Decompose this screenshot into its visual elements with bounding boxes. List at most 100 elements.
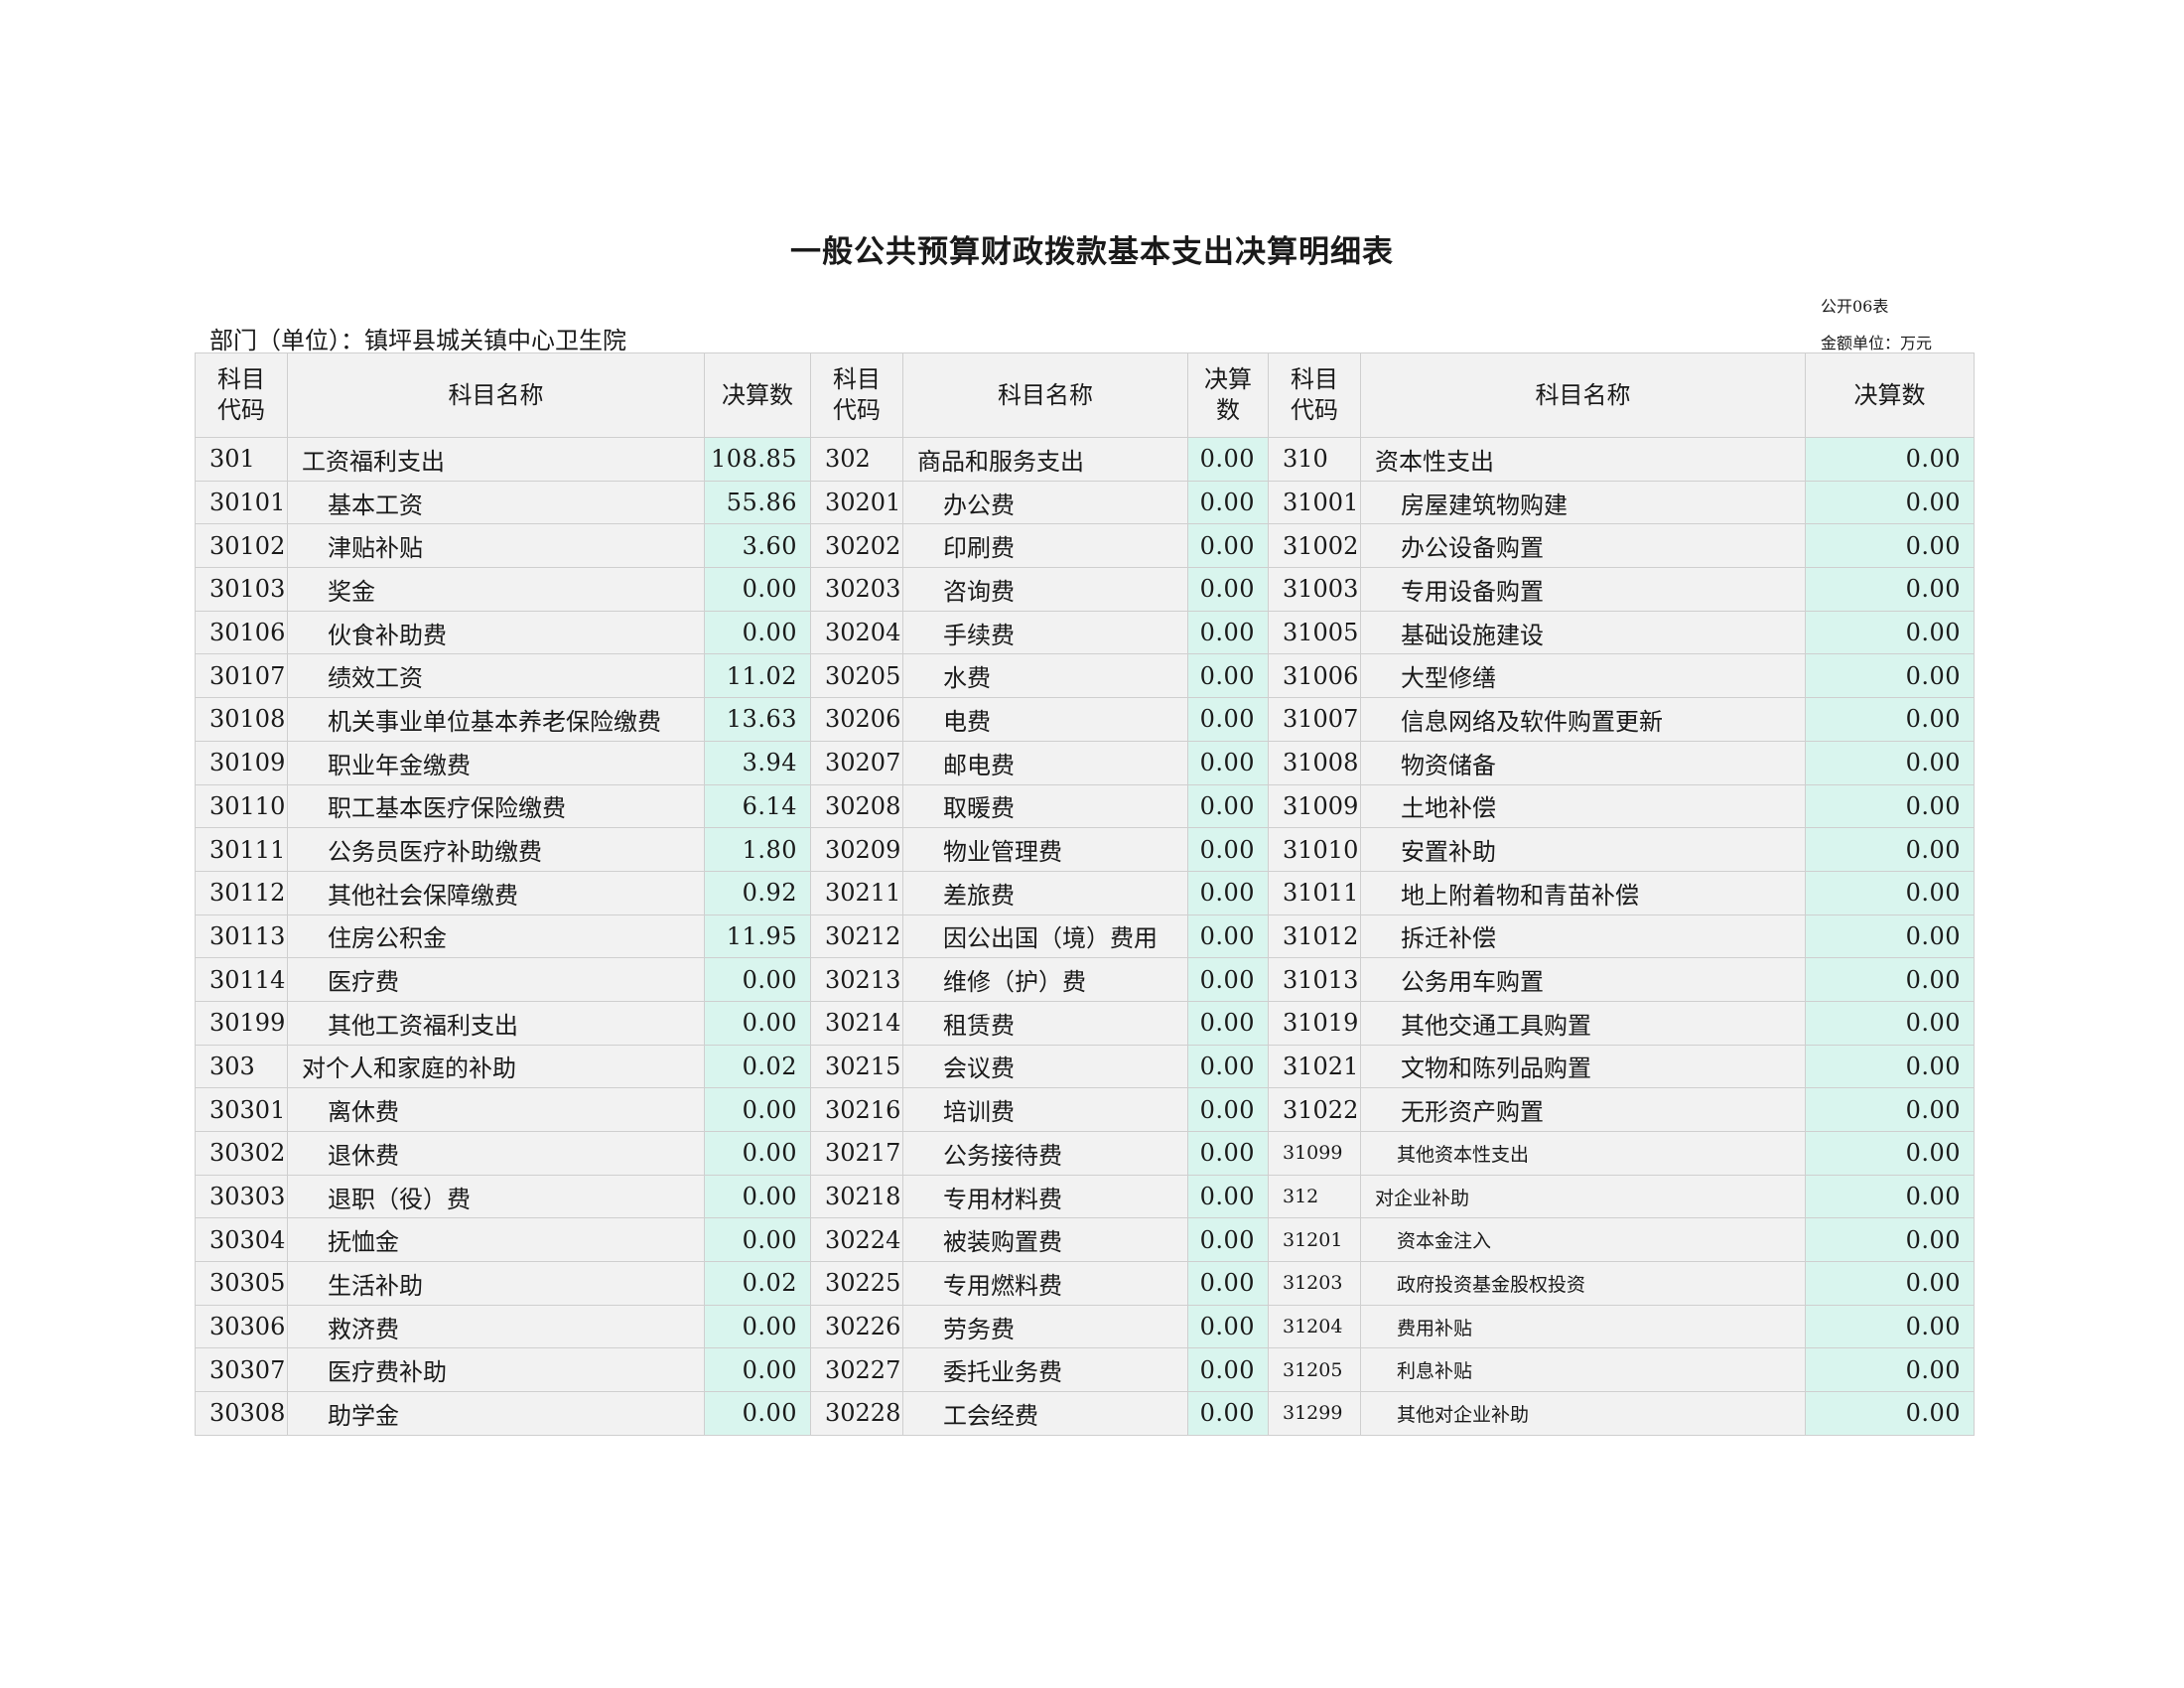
name-cell: 咨询费	[902, 567, 1188, 612]
name-cell: 其他社会保障缴费	[287, 870, 705, 915]
amount-cell: 0.00	[1805, 1347, 1975, 1393]
amount-cell: 0.00	[1805, 437, 1975, 482]
amount-cell: 0.02	[704, 1044, 811, 1089]
code-cell: 30227	[810, 1347, 903, 1393]
name-cell: 土地补偿	[1360, 783, 1806, 829]
table-row: 30308 助学金 0.00 30228 工会经费 0.00 31299 其他对企业补助 0.0…	[195, 1391, 1975, 1436]
name-cell: 维修（护）费	[902, 957, 1188, 1002]
table-row: 30111 公务员医疗补助缴费 1.80 30209 物业管理费 0.00 31010 安置补…	[195, 827, 1975, 872]
amount-cell: 0.00	[1187, 914, 1269, 959]
name-cell: 其他交通工具购置	[1360, 1000, 1806, 1046]
amount-cell: 0.00	[1805, 1087, 1975, 1132]
name-cell: 住房公积金	[287, 914, 705, 959]
table-row: 30113 住房公积金 11.95 30212 因公出国（境）费用 0.00 31012 拆迁…	[195, 914, 1975, 959]
amount-cell: 0.00	[1187, 1391, 1269, 1436]
amount-cell: 3.94	[704, 740, 811, 785]
amount-cell: 55.86	[704, 480, 811, 525]
name-cell: 因公出国（境）费用	[902, 914, 1188, 959]
code-cell: 30203	[810, 567, 903, 612]
amount-cell: 3.60	[704, 523, 811, 569]
code-cell: 30308	[195, 1391, 288, 1436]
header-code-3: 科目 代码	[1268, 352, 1361, 438]
name-cell: 商品和服务支出	[902, 437, 1188, 482]
name-cell: 奖金	[287, 567, 705, 612]
code-cell: 31011	[1268, 870, 1361, 915]
name-cell: 政府投资基金股权投资	[1360, 1261, 1806, 1306]
code-cell: 31002	[1268, 523, 1361, 569]
amount-cell: 0.00	[1187, 740, 1269, 785]
amount-cell: 0.00	[1805, 567, 1975, 612]
amount-cell: 0.00	[1187, 697, 1269, 742]
name-cell: 电费	[902, 697, 1188, 742]
code-cell: 31001	[1268, 480, 1361, 525]
amount-cell: 0.00	[1805, 1391, 1975, 1436]
amount-cell: 0.00	[1805, 1217, 1975, 1263]
name-cell: 医疗费补助	[287, 1347, 705, 1393]
name-cell: 物业管理费	[902, 827, 1188, 872]
name-cell: 公务员医疗补助缴费	[287, 827, 705, 872]
name-cell: 委托业务费	[902, 1347, 1188, 1393]
amount-cell: 0.00	[1805, 827, 1975, 872]
amount-cell: 0.00	[1805, 870, 1975, 915]
header-amount-2: 决算 数	[1187, 352, 1269, 438]
header-code-2: 科目 代码	[810, 352, 903, 438]
header-name-2: 科目名称	[902, 352, 1188, 438]
table-row: 30307 医疗费补助 0.00 30227 委托业务费 0.00 31205 利息补贴 0.0…	[195, 1347, 1975, 1393]
amount-cell: 0.00	[1805, 783, 1975, 829]
name-cell: 会议费	[902, 1044, 1188, 1089]
amount-cell: 0.00	[1805, 1044, 1975, 1089]
name-cell: 拆迁补偿	[1360, 914, 1806, 959]
name-cell: 公务接待费	[902, 1131, 1188, 1176]
amount-cell: 0.00	[1187, 1131, 1269, 1176]
table-row: 30304 抚恤金 0.00 30224 被装购置费 0.00 31201 资本金注入 0.00	[195, 1217, 1975, 1263]
amount-cell: 0.00	[1805, 480, 1975, 525]
name-cell: 工资福利支出	[287, 437, 705, 482]
code-cell: 30110	[195, 783, 288, 829]
code-cell: 30304	[195, 1217, 288, 1263]
amount-cell: 0.00	[1187, 783, 1269, 829]
name-cell: 安置补助	[1360, 827, 1806, 872]
amount-cell: 0.00	[1805, 1174, 1975, 1219]
code-cell: 30204	[810, 610, 903, 655]
code-cell: 303	[195, 1044, 288, 1089]
amount-cell: 1.80	[704, 827, 811, 872]
name-cell: 资本金注入	[1360, 1217, 1806, 1263]
name-cell: 水费	[902, 653, 1188, 699]
name-cell: 基本工资	[287, 480, 705, 525]
amount-cell: 0.00	[704, 957, 811, 1002]
amount-cell: 0.00	[704, 567, 811, 612]
code-cell: 31007	[1268, 697, 1361, 742]
code-cell: 30226	[810, 1304, 903, 1349]
name-cell: 邮电费	[902, 740, 1188, 785]
code-cell: 30101	[195, 480, 288, 525]
name-cell: 绩效工资	[287, 653, 705, 699]
name-cell: 费用补贴	[1360, 1304, 1806, 1349]
code-cell: 310	[1268, 437, 1361, 482]
table-row: 30106 伙食补助费 0.00 30204 手续费 0.00 31005 基础设施建设 0.0…	[195, 610, 1975, 655]
code-cell: 30114	[195, 957, 288, 1002]
code-cell: 30199	[195, 1000, 288, 1046]
code-cell: 30228	[810, 1391, 903, 1436]
amount-cell: 0.00	[1187, 1304, 1269, 1349]
header-name-1: 科目名称	[287, 352, 705, 438]
code-cell: 30109	[195, 740, 288, 785]
code-cell: 30225	[810, 1261, 903, 1306]
name-cell: 劳务费	[902, 1304, 1188, 1349]
code-cell: 30111	[195, 827, 288, 872]
name-cell: 公务用车购置	[1360, 957, 1806, 1002]
name-cell: 差旅费	[902, 870, 1188, 915]
code-cell: 31201	[1268, 1217, 1361, 1263]
department-label: 部门（单位）：镇坪县城关镇中心卫生院	[209, 327, 626, 354]
name-cell: 大型修缮	[1360, 653, 1806, 699]
amount-cell: 0.00	[704, 1087, 811, 1132]
amount-cell: 0.00	[1805, 1131, 1975, 1176]
amount-cell: 0.00	[1187, 480, 1269, 525]
table-row: 30302 退休费 0.00 30217 公务接待费 0.00 31099 其他资本性支出 0.…	[195, 1131, 1975, 1176]
code-cell: 312	[1268, 1174, 1361, 1219]
table-row: 30303 退职（役）费 0.00 30218 专用材料费 0.00 312 对企业补助 0.0…	[195, 1174, 1975, 1219]
amount-cell: 0.00	[1187, 567, 1269, 612]
table-row: 30101 基本工资 55.86 30201 办公费 0.00 31001 房屋建筑物购建 0.…	[195, 480, 1975, 525]
code-cell: 30205	[810, 653, 903, 699]
amount-cell: 11.95	[704, 914, 811, 959]
code-cell: 30108	[195, 697, 288, 742]
